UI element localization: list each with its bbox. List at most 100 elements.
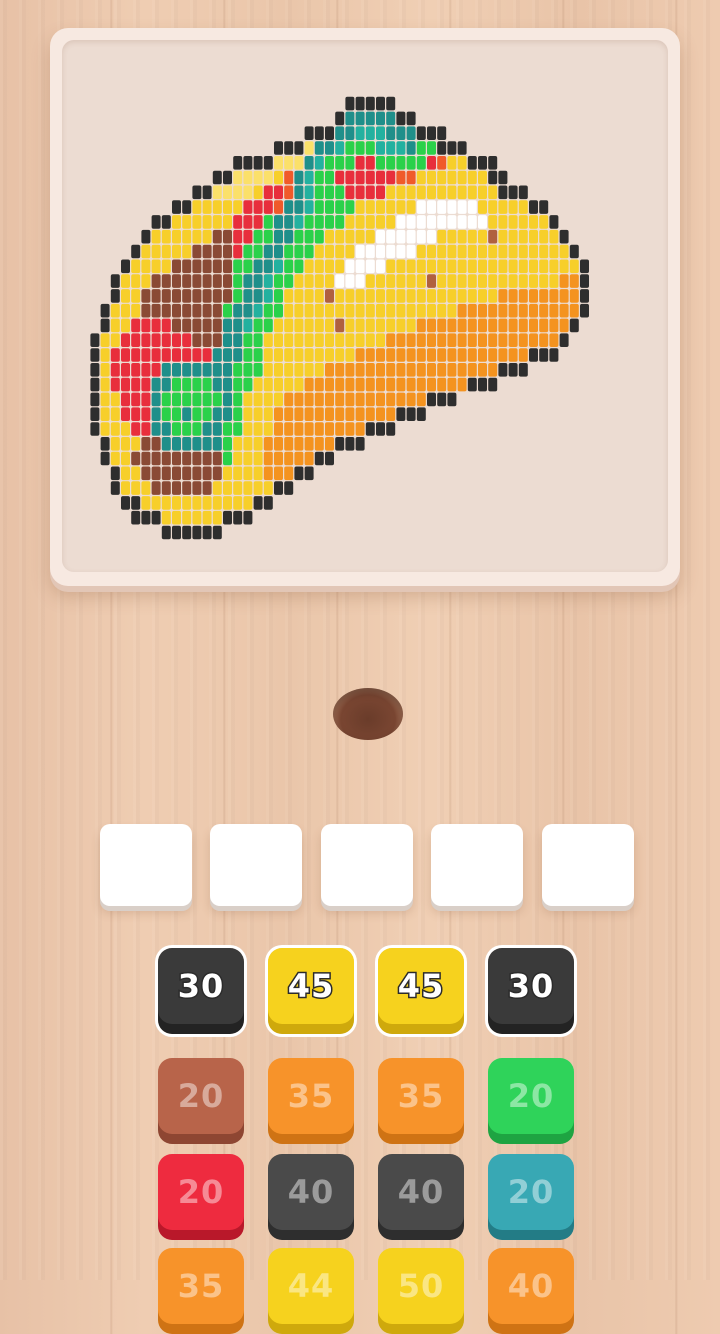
pixel-bead: [314, 451, 324, 466]
pixel-bead: [335, 437, 345, 451]
pixel-bead: [437, 303, 447, 318]
number-block-r2-c1[interactable]: 20: [158, 1058, 244, 1144]
pixel-bead: [243, 200, 253, 214]
pixel-bead: [100, 363, 110, 377]
number-block-r4-c1[interactable]: 35: [158, 1248, 244, 1334]
number-block-r1-c2[interactable]: 45: [268, 948, 354, 1034]
pixel-bead: [355, 348, 365, 362]
pixel-bead: [192, 451, 202, 466]
pixel-bead: [345, 126, 355, 140]
number-block-r4-c4[interactable]: 40: [488, 1248, 574, 1334]
pixel-bead: [386, 422, 396, 436]
pixel-bead: [223, 244, 232, 259]
number-block-r1-c1[interactable]: 30: [158, 948, 244, 1034]
pixel-bead: [457, 377, 467, 392]
pixel-bead: [335, 244, 345, 259]
number-block-r4-c2[interactable]: 44: [268, 1248, 354, 1334]
pixel-bead: [100, 407, 110, 421]
number-block-r1-c3[interactable]: 45: [378, 948, 464, 1034]
pixel-bead: [233, 170, 243, 185]
pixel-bead: [304, 229, 314, 244]
pixel-bead: [386, 170, 396, 185]
empty-slot-5[interactable]: [542, 824, 634, 906]
pixel-bead: [90, 392, 100, 407]
pixel-bead: [335, 215, 345, 229]
number-block-r2-c3[interactable]: 35: [378, 1058, 464, 1144]
pixel-bead: [304, 318, 314, 333]
pixel-bead: [274, 200, 283, 214]
pixel-bead: [539, 303, 549, 318]
pixel-bead: [365, 156, 375, 170]
pixel-bead: [325, 422, 334, 436]
pixel-bead: [437, 259, 447, 274]
pixel-bead: [488, 185, 498, 200]
number-block-r4-c3[interactable]: 50: [378, 1248, 464, 1334]
pixel-bead: [192, 244, 202, 259]
pixel-bead: [202, 451, 212, 466]
pixel-bead: [253, 451, 263, 466]
pixel-bead: [304, 170, 314, 185]
pixel-bead: [233, 496, 243, 510]
pixel-bead: [202, 274, 212, 288]
pixel-bead: [406, 303, 416, 318]
pixel-bead: [141, 422, 151, 436]
number-block-r2-c4[interactable]: 20: [488, 1058, 574, 1144]
empty-slot-2[interactable]: [210, 824, 302, 906]
pixel-bead: [223, 333, 232, 347]
block-face: 20: [488, 1154, 574, 1230]
pixel-bead: [559, 274, 569, 288]
pixel-bead: [161, 274, 171, 288]
pixel-bead: [498, 363, 508, 377]
pixel-bead: [416, 363, 426, 377]
pixel-bead: [437, 392, 447, 407]
pixel-bead: [192, 348, 202, 362]
number-block-r3-c4[interactable]: 20: [488, 1154, 574, 1240]
pixel-bead: [141, 259, 151, 274]
pixel-bead: [406, 333, 416, 347]
pixel-bead: [110, 377, 120, 392]
pixel-bead: [294, 259, 304, 274]
pixel-bead: [457, 244, 467, 259]
pixel-bead: [192, 363, 202, 377]
pixel-bead: [161, 318, 171, 333]
pixel-bead: [212, 525, 222, 540]
pixel-bead: [365, 259, 375, 274]
pixel-bead: [304, 244, 314, 259]
taco-pixel-art: [90, 96, 589, 540]
number-block-r3-c1[interactable]: 20: [158, 1154, 244, 1240]
pixel-bead: [478, 259, 487, 274]
pixel-bead: [335, 348, 345, 362]
pixel-bead: [121, 303, 130, 318]
pixel-bead: [192, 215, 202, 229]
pixel-bead: [243, 496, 253, 510]
pixel-bead: [172, 422, 181, 436]
empty-slot-4[interactable]: [431, 824, 523, 906]
pixel-bead: [172, 363, 181, 377]
number-block-r2-c2[interactable]: 35: [268, 1058, 354, 1144]
pixel-bead: [182, 437, 192, 451]
pixel-bead: [253, 170, 263, 185]
pixel-bead: [396, 318, 406, 333]
pixel-bead: [202, 348, 212, 362]
pixel-bead: [569, 289, 579, 303]
pixel-bead: [355, 407, 365, 421]
pixel-bead: [161, 466, 171, 481]
number-block-r3-c3[interactable]: 40: [378, 1154, 464, 1240]
pixel-bead: [233, 215, 243, 229]
empty-slot-3[interactable]: [321, 824, 413, 906]
pixel-bead: [518, 215, 528, 229]
pixel-bead: [355, 303, 365, 318]
number-block-r1-c4[interactable]: 30: [488, 948, 574, 1034]
pixel-bead: [253, 363, 263, 377]
empty-slot-1[interactable]: [100, 824, 192, 906]
pixel-bead: [314, 437, 324, 451]
pixel-bead: [304, 303, 314, 318]
pixel-bead: [376, 407, 385, 421]
pixel-bead: [182, 289, 192, 303]
pixel-bead: [376, 392, 385, 407]
pixel-bead: [345, 244, 355, 259]
pixel-bead: [131, 289, 141, 303]
number-block-r3-c2[interactable]: 40: [268, 1154, 354, 1240]
pixel-bead: [131, 496, 141, 510]
pixel-bead: [427, 259, 436, 274]
